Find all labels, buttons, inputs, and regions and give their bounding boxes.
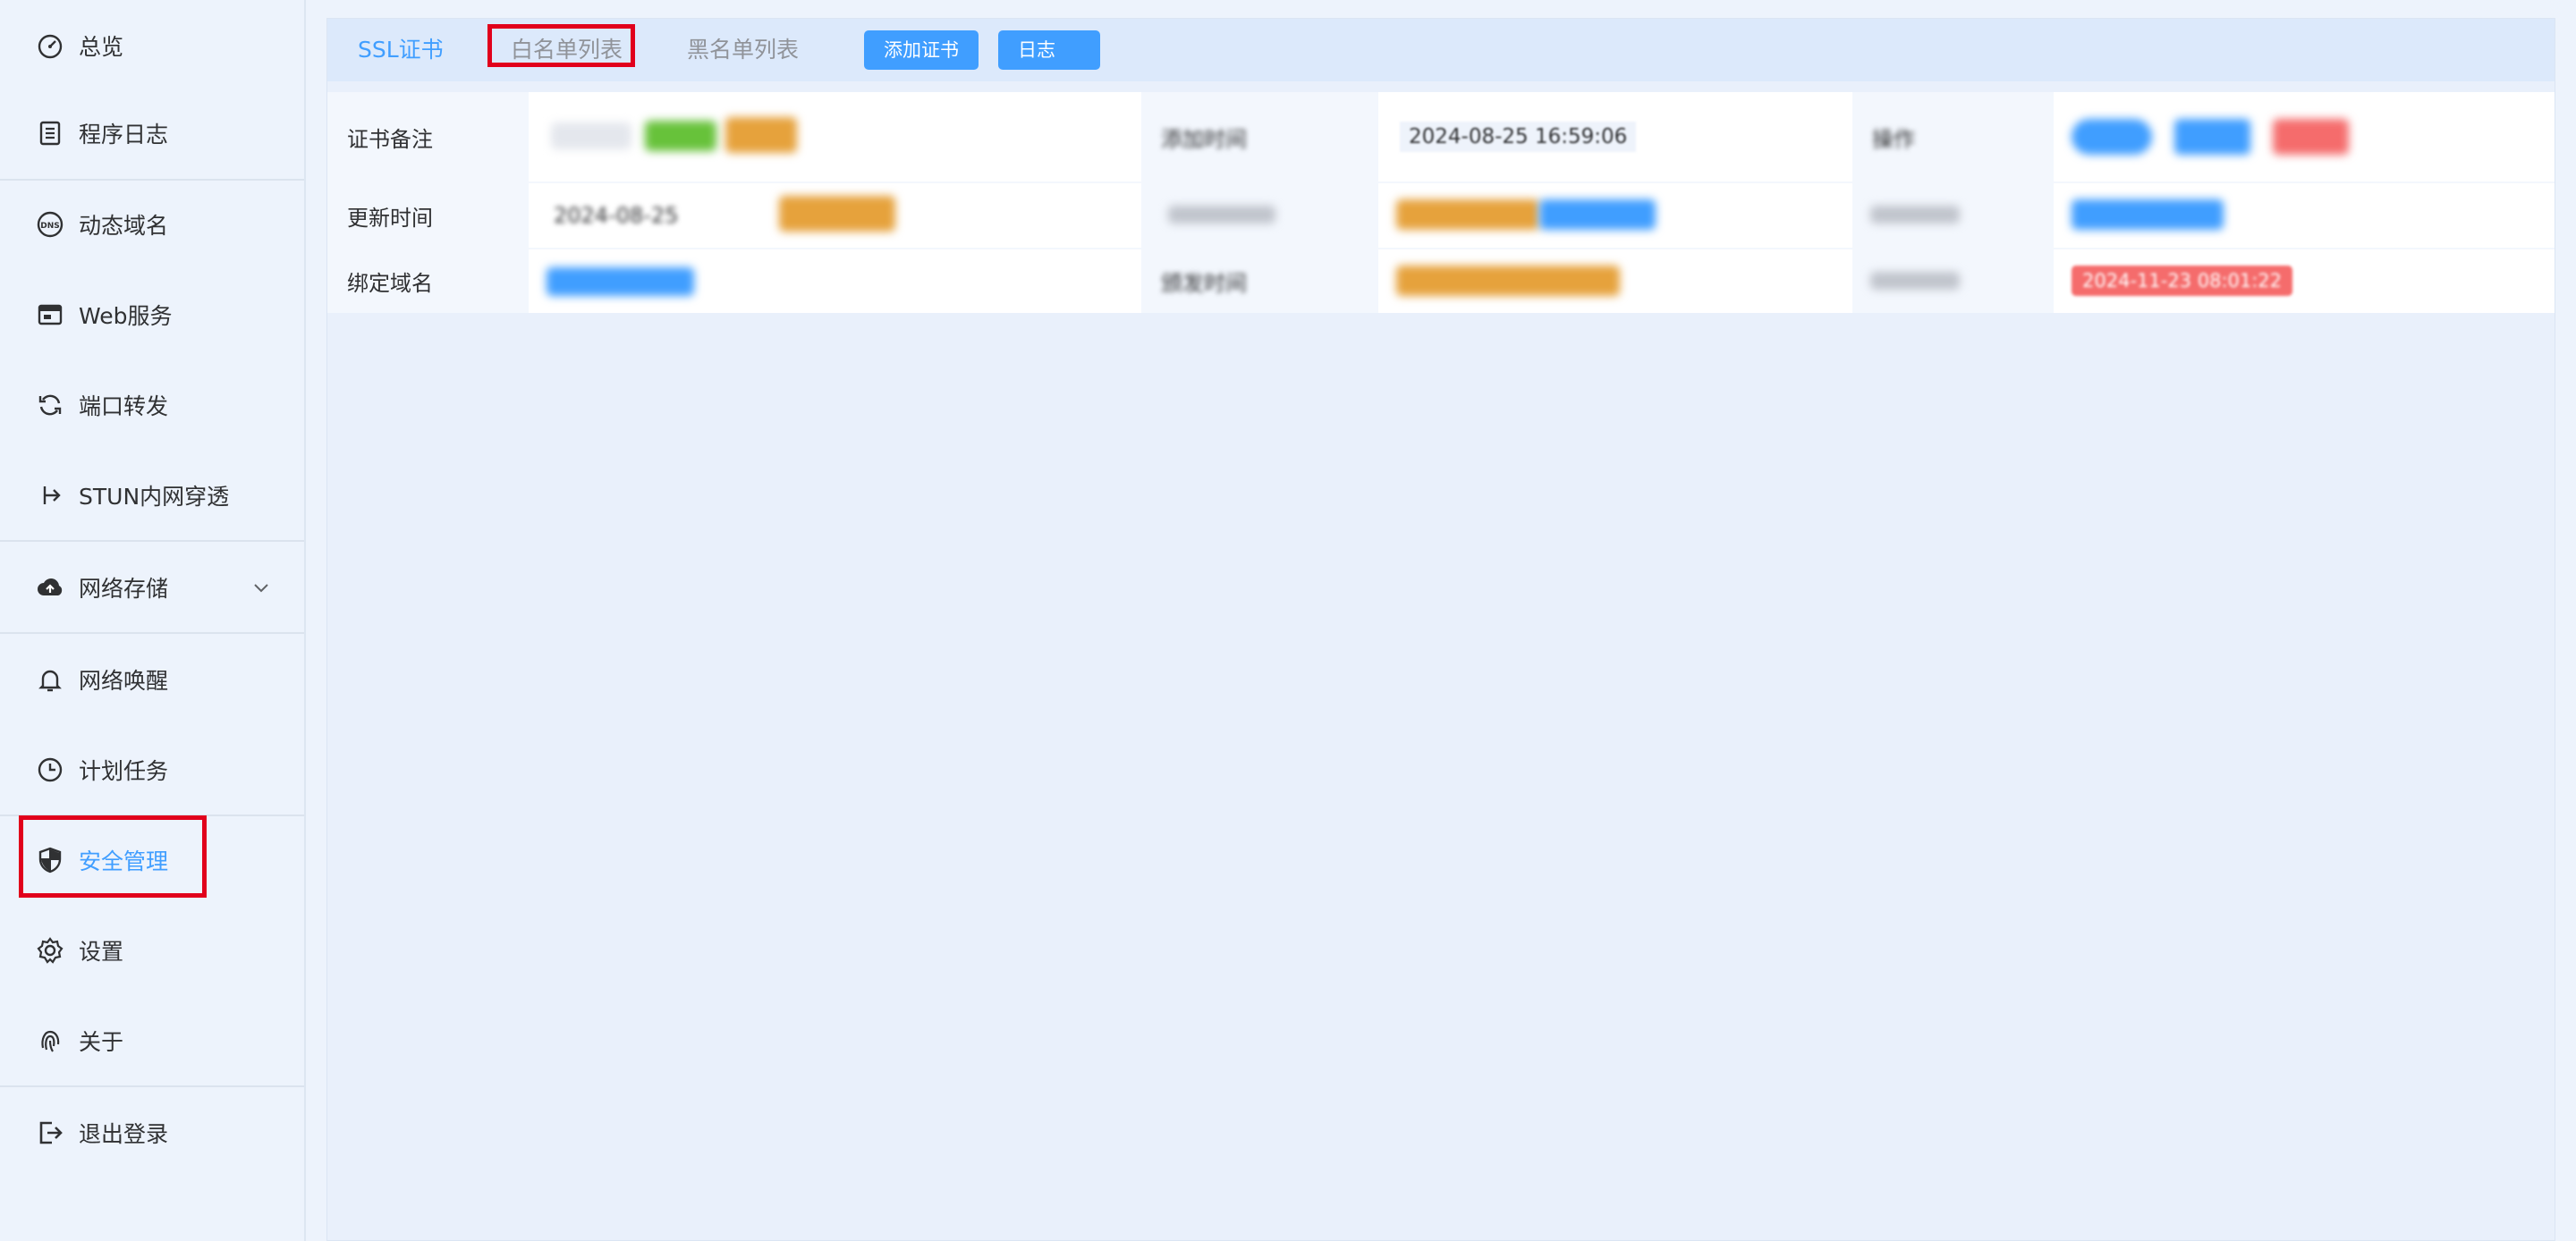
- log-icon: [36, 119, 64, 148]
- log-button[interactable]: 日志: [998, 30, 1100, 70]
- logout-icon: [36, 1119, 64, 1147]
- cert-issue-time-label: 颁发时间: [1161, 271, 1247, 296]
- sidebar-item-program-log[interactable]: 程序日志: [0, 88, 304, 178]
- delete-button[interactable]: [2273, 119, 2349, 155]
- sidebar-item-label: 网络存储: [79, 575, 169, 602]
- stun-icon: [36, 481, 64, 510]
- highlight-box: [19, 815, 207, 898]
- cloud-upload-icon: [36, 573, 64, 602]
- sidebar-item-label: Web服务: [79, 302, 173, 329]
- bell-icon: [36, 665, 64, 694]
- sidebar-item-wake-on-lan[interactable]: 网络唤醒: [0, 634, 304, 724]
- enable-toggle[interactable]: [2072, 119, 2152, 155]
- sidebar-item-label: 退出登录: [79, 1120, 169, 1147]
- gear-icon: [36, 936, 64, 965]
- domain-tag: [547, 267, 694, 296]
- cert-field-value: [1378, 183, 1852, 248]
- add-certificate-button[interactable]: 添加证书: [864, 30, 979, 70]
- sidebar-item-label: 计划任务: [79, 757, 169, 784]
- dns-icon: DNS: [36, 210, 64, 239]
- cert-issue-time-value: [1378, 249, 1852, 313]
- sidebar-item-logout[interactable]: 退出登录: [0, 1087, 304, 1178]
- cert-remark-label: 证书备注: [347, 126, 433, 152]
- sidebar-item-stun[interactable]: STUN内网穿透: [0, 450, 304, 540]
- tab-blacklist[interactable]: 黑名单列表: [687, 19, 799, 81]
- status-badge: [779, 196, 895, 232]
- sidebar-item-network-storage[interactable]: 网络存储: [0, 542, 304, 632]
- sidebar-item-label: 关于: [79, 1028, 124, 1055]
- status-badge: [1539, 199, 1656, 230]
- cert-field-label: [1852, 183, 2054, 248]
- tab-ssl-certificate[interactable]: SSL证书: [358, 19, 444, 81]
- port-forward-icon: [36, 391, 64, 419]
- cert-action-label: 操作: [1872, 126, 1915, 152]
- web-service-icon: [36, 300, 64, 329]
- sidebar-item-label: 总览: [79, 33, 124, 60]
- sidebar-item-overview[interactable]: 总览: [0, 0, 304, 90]
- sidebar-item-label: 动态域名: [79, 212, 169, 239]
- clock-icon: [36, 756, 64, 784]
- cert-bound-domain-value: [529, 249, 1141, 313]
- cert-added-time-value: 2024-08-25 16:59:06: [1378, 92, 1852, 182]
- status-badge: [645, 121, 716, 151]
- status-badge: [1396, 199, 1539, 230]
- cert-remark-value: [529, 92, 1141, 182]
- fingerprint-icon: [36, 1026, 64, 1055]
- status-badge: [2072, 199, 2224, 230]
- cert-added-time-label: 添加时间: [1161, 126, 1247, 152]
- highlight-box: [487, 24, 635, 67]
- cert-expire-value: 2024-11-23 08:01:22: [2054, 249, 2555, 313]
- sidebar-item-port-forward[interactable]: 端口转发: [0, 359, 304, 450]
- sidebar-item-web-service[interactable]: Web服务: [0, 269, 304, 359]
- svg-text:DNS: DNS: [40, 222, 60, 231]
- cert-bound-domain-label: 绑定域名: [347, 271, 433, 296]
- cert-update-time-label: 更新时间: [347, 205, 433, 231]
- status-badge: [1396, 266, 1620, 296]
- chevron-down-icon[interactable]: [252, 578, 270, 596]
- sidebar-item-label: 设置: [79, 938, 124, 965]
- remark-tag: [551, 122, 631, 149]
- sidebar-item-label: STUN内网穿透: [79, 483, 230, 510]
- cert-field-value: [2054, 183, 2555, 248]
- sidebar-item-settings[interactable]: 设置: [0, 905, 304, 995]
- sidebar-item-about[interactable]: 关于: [0, 995, 304, 1085]
- sidebar-item-ddns[interactable]: DNS 动态域名: [0, 179, 304, 269]
- dashboard-icon: [36, 31, 64, 60]
- cert-field-label: [1852, 249, 2054, 313]
- status-badge: [725, 117, 797, 153]
- expire-badge: 2024-11-23 08:01:22: [2072, 266, 2293, 296]
- sidebar-item-scheduled-tasks[interactable]: 计划任务: [0, 724, 304, 815]
- cert-update-time-value: 2024-08-25: [529, 183, 1141, 248]
- sidebar-item-label: 端口转发: [79, 393, 169, 419]
- cert-actions: [2054, 92, 2555, 182]
- sidebar: 总览 程序日志 DNS 动态域名 Web服务 端口转发 STUN内网穿透 网络存…: [0, 0, 306, 1241]
- main-panel: SSL证书 白名单列表 黑名单列表 添加证书 日志 证书备注 添加时间 2024…: [326, 18, 2555, 1241]
- sidebar-item-label: 程序日志: [79, 121, 169, 148]
- sidebar-item-label: 网络唤醒: [79, 667, 169, 694]
- cert-field-label: [1141, 183, 1378, 248]
- edit-button[interactable]: [2174, 119, 2250, 155]
- tab-bar: SSL证书 白名单列表 黑名单列表 添加证书 日志: [327, 19, 2555, 81]
- certificate-card: 证书备注 添加时间 2024-08-25 16:59:06 操作 更新时间 20…: [327, 92, 2555, 313]
